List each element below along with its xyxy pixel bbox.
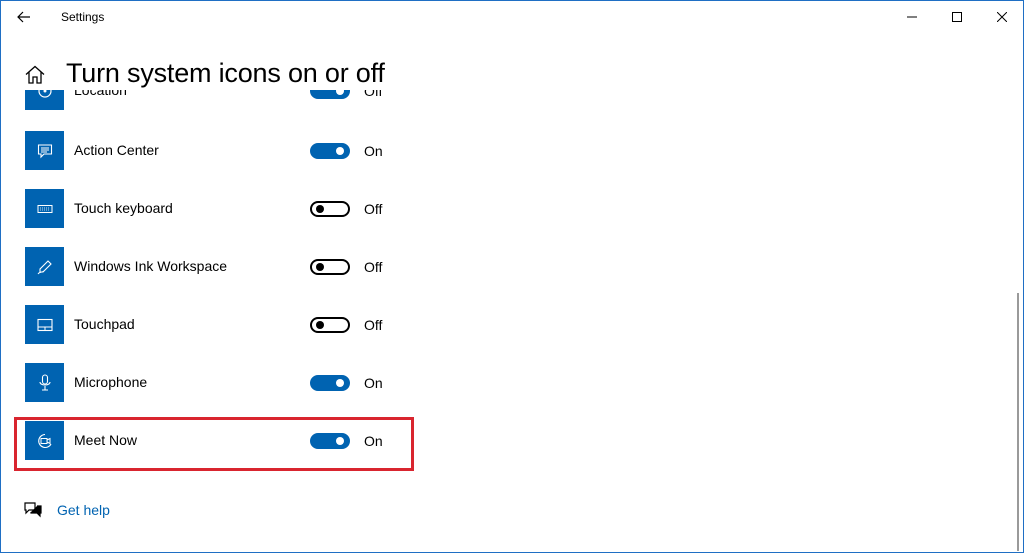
list-item-touchpad: Touchpad Off — [1, 305, 561, 363]
get-help-label[interactable]: Get help — [57, 502, 110, 518]
back-button[interactable] — [9, 5, 39, 29]
microphone-toggle[interactable] — [310, 375, 350, 391]
back-arrow-icon — [17, 11, 30, 23]
maximize-button[interactable] — [934, 1, 980, 33]
list-item-location: Location Off — [1, 90, 561, 129]
help-chat-icon — [24, 502, 42, 518]
meet-now-toggle[interactable] — [310, 433, 350, 449]
home-button[interactable] — [21, 61, 49, 87]
microphone-toggle-row: On — [1, 373, 401, 395]
touch-keyboard-toggle[interactable] — [310, 201, 350, 217]
toggle-state: Off — [364, 201, 383, 217]
home-icon — [25, 65, 45, 84]
toggle-state: On — [364, 433, 383, 449]
close-icon — [997, 12, 1007, 22]
touchpad-toggle-row: Off — [1, 315, 401, 337]
windows-ink-toggle[interactable] — [310, 259, 350, 275]
touchpad-toggle[interactable] — [310, 317, 350, 333]
list-item-touch-keyboard: Touch keyboard Off — [1, 189, 561, 247]
get-help-link[interactable]: Get help — [23, 499, 110, 521]
system-icons-list: Location Off Action Center On Touch keyb… — [1, 90, 1001, 490]
title-bar: Settings — [1, 1, 1023, 33]
minimize-button[interactable] — [889, 1, 935, 33]
page-title: Turn system icons on or off — [66, 58, 385, 88]
toggle-state: Off — [364, 317, 383, 333]
toggle-state: Off — [364, 259, 383, 275]
scrollbar[interactable] — [1017, 293, 1019, 551]
toggle-state: On — [364, 375, 383, 391]
app-title: Settings — [61, 10, 105, 24]
list-item-microphone: Microphone On — [1, 363, 561, 421]
location-toggle[interactable] — [310, 90, 350, 99]
list-item-windows-ink: Windows Ink Workspace Off — [1, 247, 561, 305]
maximize-icon — [952, 12, 962, 22]
list-item-action-center: Action Center On — [1, 131, 561, 189]
minimize-icon — [907, 16, 917, 18]
action-center-toggle-row: On — [1, 141, 401, 163]
toggle-state: Off — [364, 90, 383, 99]
action-center-toggle[interactable] — [310, 143, 350, 159]
settings-window: Settings Turn system icons on or off Loc… — [0, 0, 1024, 553]
toggle-state: On — [364, 143, 383, 159]
close-button[interactable] — [979, 1, 1023, 33]
list-item-meet-now: Meet Now On — [1, 421, 561, 479]
touch-keyboard-toggle-row: Off — [1, 199, 401, 221]
meet-now-toggle-row: On — [1, 431, 401, 453]
location-toggle-row: Off — [1, 90, 401, 103]
windows-ink-toggle-row: Off — [1, 257, 401, 279]
